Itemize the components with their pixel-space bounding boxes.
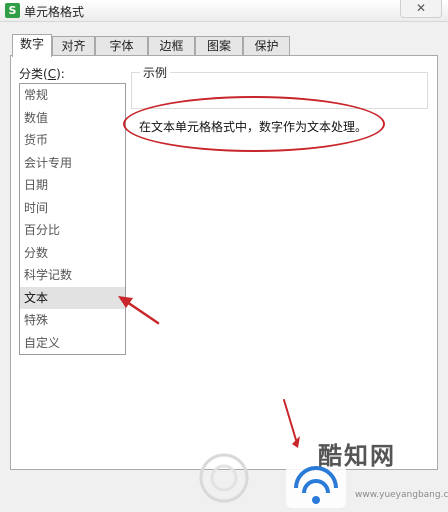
tab-pattern[interactable]: 图案 — [195, 36, 243, 56]
category-item-currency[interactable]: 货币 — [20, 129, 125, 152]
tab-font[interactable]: 字体 — [95, 36, 148, 56]
category-item-text[interactable]: 文本 — [20, 286, 125, 309]
category-label: 分类(C): — [19, 67, 65, 81]
category-item-time[interactable]: 时间 — [20, 197, 125, 220]
annotation-arrow-2-icon — [283, 399, 300, 448]
category-item-accounting[interactable]: 会计专用 — [20, 152, 125, 175]
sample-label: 示例 — [140, 64, 171, 81]
tab-panel-number: 分类(C): 常规 数值 货币 会计专用 日期 时间 百分比 分数 科学记数 文… — [10, 55, 438, 470]
annotation-ellipse — [123, 96, 385, 152]
watermark-url: www.yueyangbang.com — [355, 490, 448, 500]
category-item-general[interactable]: 常规 — [20, 84, 125, 107]
close-button[interactable]: ✕ — [400, 0, 442, 18]
dialog-title: 单元格格式 — [24, 5, 85, 19]
watermark-brand: 酷知网 — [318, 442, 396, 470]
category-list[interactable]: 常规 数值 货币 会计专用 日期 时间 百分比 分数 科学记数 文本 特殊 自定… — [19, 83, 126, 355]
category-item-custom[interactable]: 自定义 — [20, 332, 125, 355]
category-item-scientific[interactable]: 科学记数 — [20, 264, 125, 287]
title-bar: S 单元格格式 ✕ — [0, 0, 448, 22]
category-item-fraction[interactable]: 分数 — [20, 242, 125, 265]
tab-alignment[interactable]: 对齐 — [52, 36, 95, 56]
wps-spreadsheet-icon: S — [5, 3, 20, 18]
tab-border[interactable]: 边框 — [148, 36, 195, 56]
category-item-special[interactable]: 特殊 — [20, 309, 125, 332]
category-item-percentage[interactable]: 百分比 — [20, 219, 125, 242]
category-item-date[interactable]: 日期 — [20, 174, 125, 197]
tab-number[interactable]: 数字 — [12, 34, 52, 57]
annotation-arrow-icon — [118, 296, 160, 325]
category-item-number[interactable]: 数值 — [20, 107, 125, 130]
close-icon: ✕ — [415, 1, 427, 15]
watermark-logo-icon — [199, 453, 249, 503]
tab-protection[interactable]: 保护 — [243, 36, 290, 56]
